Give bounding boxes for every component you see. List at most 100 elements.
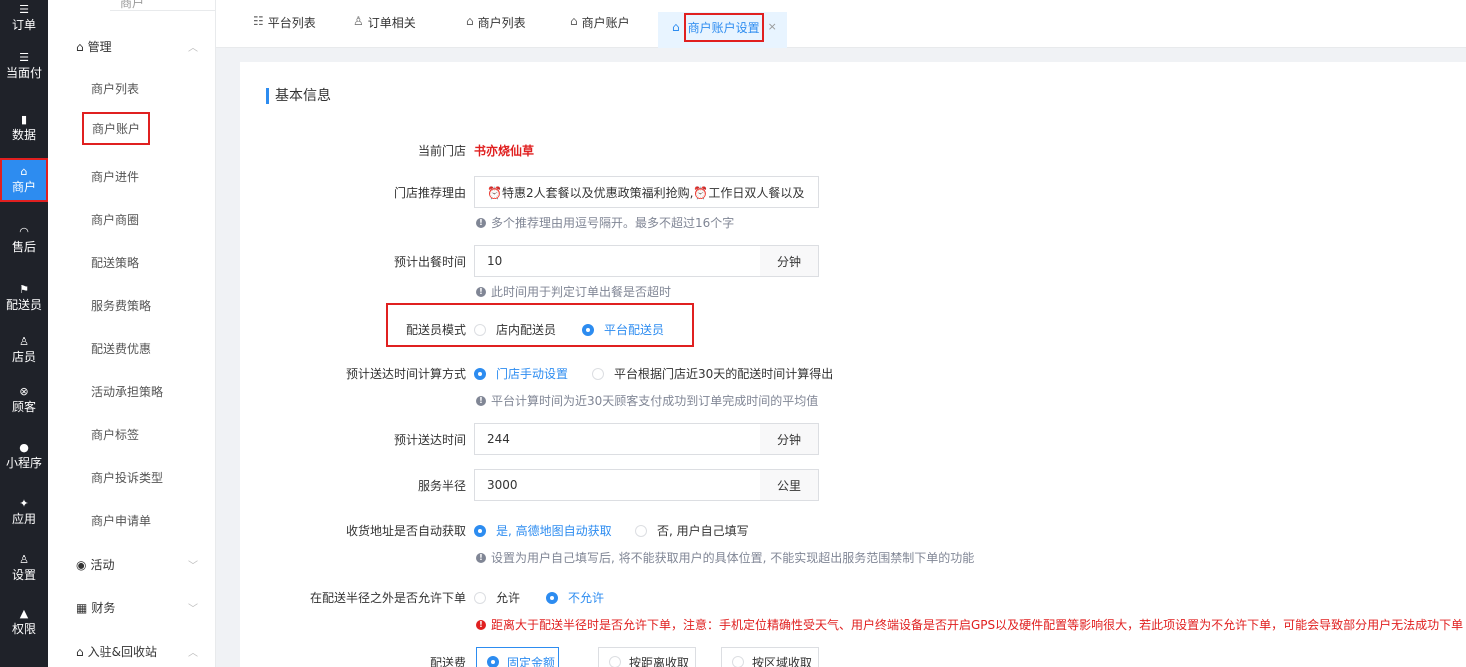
menu-item-activity-cost[interactable]: 活动承担策略 — [91, 383, 163, 400]
main-nav: ☰ 订单 ☰ 当面付 ▮ 数据 ⌂ 商户 ◠ 售后 ⚑ 配送员 ♙ 店员 ⊗ 顾客 ● 小程序 ✦… — [0, 0, 48, 667]
tab-merchant-account-settings[interactable]: ⌂ 商户账户设置 × — [658, 12, 787, 48]
eta-input[interactable]: 244 — [474, 423, 761, 455]
tab-platform-list[interactable]: ☷ 平台列表 — [253, 14, 316, 48]
section-title: 基本信息 — [266, 88, 331, 104]
fee-fixed[interactable]: 固定金额 — [476, 647, 559, 667]
menu-item-onboarding[interactable]: 商户进件 — [91, 168, 139, 185]
radio-dot — [474, 524, 486, 537]
nav-item-riders[interactable]: ⚑ 配送员 — [0, 276, 48, 320]
auto-addr-no[interactable]: 否, 用户自己填写 — [635, 522, 749, 539]
tab-order-related[interactable]: ♙ 订单相关 — [353, 14, 416, 48]
secondary-menu: 商户 ⌂ 管理 ︿ 商户列表 商户账户 商户进件 商户商圈 配送策略 服务费策略 配… — [48, 0, 216, 667]
finance-icon: ▦ — [76, 600, 88, 615]
tab-label: 平台列表 — [267, 16, 316, 30]
radius-input[interactable]: 3000 — [474, 469, 761, 501]
menu-group-settle[interactable]: ⌂ 入驻&回收站 ︿ — [76, 643, 198, 660]
chevron-down-icon: ﹀ — [188, 561, 198, 572]
info-icon: ! — [476, 286, 486, 297]
menu-group-manage[interactable]: ⌂ 管理 ︿ — [76, 38, 198, 55]
tab-merchant-account[interactable]: ⌂ 商户账户 — [570, 14, 630, 48]
list-icon: ☰ — [19, 51, 29, 64]
recommend-hint: ! 多个推荐理由用逗号隔开。最多不超过16个字 — [476, 214, 734, 231]
settings-panel: 基本信息 当前门店 书亦烧仙草 门店推荐理由 ⏰特惠2人套餐以及优惠政策福利抢购… — [240, 62, 1466, 667]
tab-merchant-list[interactable]: ⌂ 商户列表 — [466, 14, 526, 48]
nav-item-settings[interactable]: ♙ 设置 — [0, 546, 48, 590]
fee-by-area[interactable]: 按区域收取 — [721, 647, 819, 667]
customer-icon: ⊗ — [19, 385, 29, 398]
radio-dot — [546, 591, 558, 604]
info-icon: ! — [476, 217, 486, 228]
nav-label: 设置 — [11, 568, 36, 582]
meal-time-input[interactable]: 10 — [474, 245, 761, 277]
nav-item-permissions[interactable]: ▲ 权限 — [0, 600, 48, 644]
store-icon: ⌂ — [20, 165, 28, 178]
submenu-title: 商户 — [48, 0, 216, 11]
tab-label: 订单相关 — [367, 16, 416, 30]
hint-text: 距离大于配送半径时是否允许下单，注意：手机定位精确性受天气、用户终端设备是否开启… — [491, 618, 1464, 632]
menu-item-applications[interactable]: 商户申请单 — [91, 512, 151, 529]
radio-dot — [487, 656, 499, 667]
auto-addr-yes[interactable]: 是, 高德地图自动获取 — [474, 522, 612, 539]
activity-icon: ◉ — [76, 557, 87, 572]
radio-dot — [609, 656, 621, 667]
radio-dot — [592, 367, 604, 380]
menu-item-delivery-strategy[interactable]: 配送策略 — [91, 254, 139, 271]
auto-addr-label: 收货地址是否自动获取 — [345, 524, 466, 538]
fee-by-distance[interactable]: 按距离收取 — [598, 647, 696, 667]
fee-label: 配送费 — [429, 656, 466, 667]
nav-label: 当面付 — [5, 66, 42, 80]
recommend-input[interactable]: ⏰特惠2人套餐以及优惠政策福利抢购,⏰工作日双人餐以及 — [474, 176, 819, 208]
eta-calc-platform[interactable]: 平台根据门店近30天的配送时间计算得出 — [592, 365, 833, 382]
eta-unit: 分钟 — [760, 423, 819, 455]
eta-calc-manual[interactable]: 门店手动设置 — [474, 365, 568, 382]
nav-label: 店员 — [11, 350, 36, 364]
headset-icon: ◠ — [19, 225, 29, 238]
menu-item-tags[interactable]: 商户标签 — [91, 426, 139, 443]
nav-item-pay[interactable]: ☰ 当面付 — [0, 44, 48, 88]
outside-hint: ! 距离大于配送半径时是否允许下单，注意：手机定位精确性受天气、用户终端设备是否开… — [476, 616, 1463, 633]
nav-item-data[interactable]: ▮ 数据 — [0, 106, 48, 150]
menu-item-complaint-types[interactable]: 商户投诉类型 — [91, 469, 163, 486]
radio-dot — [732, 656, 744, 667]
radio-label: 平台根据门店近30天的配送时间计算得出 — [614, 367, 834, 381]
nav-label: 顾客 — [11, 400, 36, 414]
radius-unit: 公里 — [760, 469, 819, 501]
radio-label: 按区域收取 — [752, 655, 813, 667]
close-icon[interactable]: × — [768, 20, 777, 33]
chevron-down-icon: ﹀ — [188, 604, 198, 615]
nav-item-customers[interactable]: ⊗ 顾客 — [0, 378, 48, 422]
menu-item-service-fee[interactable]: 服务费策略 — [91, 297, 151, 314]
radio-label: 门店手动设置 — [496, 367, 569, 381]
hint-text: 多个推荐理由用逗号隔开。最多不超过16个字 — [491, 216, 735, 230]
outside-deny[interactable]: 不允许 — [546, 589, 604, 606]
menu-group-activity[interactable]: ◉ 活动 ﹀ — [76, 556, 198, 573]
user-icon: ♙ — [353, 14, 364, 28]
tab-label: 商户列表 — [477, 16, 526, 30]
outside-allow[interactable]: 允许 — [474, 589, 520, 606]
menu-item-business-area[interactable]: 商户商圈 — [91, 211, 139, 228]
nav-item-miniapp[interactable]: ● 小程序 — [0, 434, 48, 478]
nav-item-orders[interactable]: ☰ 订单 — [0, 0, 48, 36]
menu-item-merchant-list[interactable]: 商户列表 — [91, 80, 139, 97]
nav-label: 配送员 — [5, 298, 42, 312]
store-icon: ⌂ — [76, 39, 84, 54]
eta-label: 预计送达时间 — [393, 433, 466, 447]
tab-label: 商户账户设置 — [683, 13, 764, 42]
store-name: 书亦烧仙草 — [474, 144, 535, 158]
info-icon: ! — [476, 395, 486, 406]
radio-label: 是, 高德地图自动获取 — [496, 524, 612, 538]
nav-item-clerks[interactable]: ♙ 店员 — [0, 328, 48, 372]
menu-group-finance[interactable]: ▦ 财务 ﹀ — [76, 599, 198, 616]
meal-time-hint: ! 此时间用于判定订单出餐是否超时 — [476, 283, 671, 300]
chevron-up-icon: ︿ — [188, 648, 198, 659]
nav-item-after-sales[interactable]: ◠ 售后 — [0, 218, 48, 262]
menu-item-merchant-account[interactable]: 商户账户 — [82, 112, 151, 145]
store-label: 当前门店 — [417, 144, 466, 158]
nav-item-apps[interactable]: ✦ 应用 — [0, 490, 48, 534]
user-icon: ♙ — [19, 553, 29, 566]
menu-item-delivery-discount[interactable]: 配送费优惠 — [91, 340, 151, 357]
nav-item-merchant[interactable]: ⌂ 商户 — [0, 158, 48, 202]
radio-label: 按距离收取 — [629, 655, 690, 667]
wechat-icon: ● — [19, 441, 29, 454]
group-label: 管理 — [87, 40, 112, 54]
